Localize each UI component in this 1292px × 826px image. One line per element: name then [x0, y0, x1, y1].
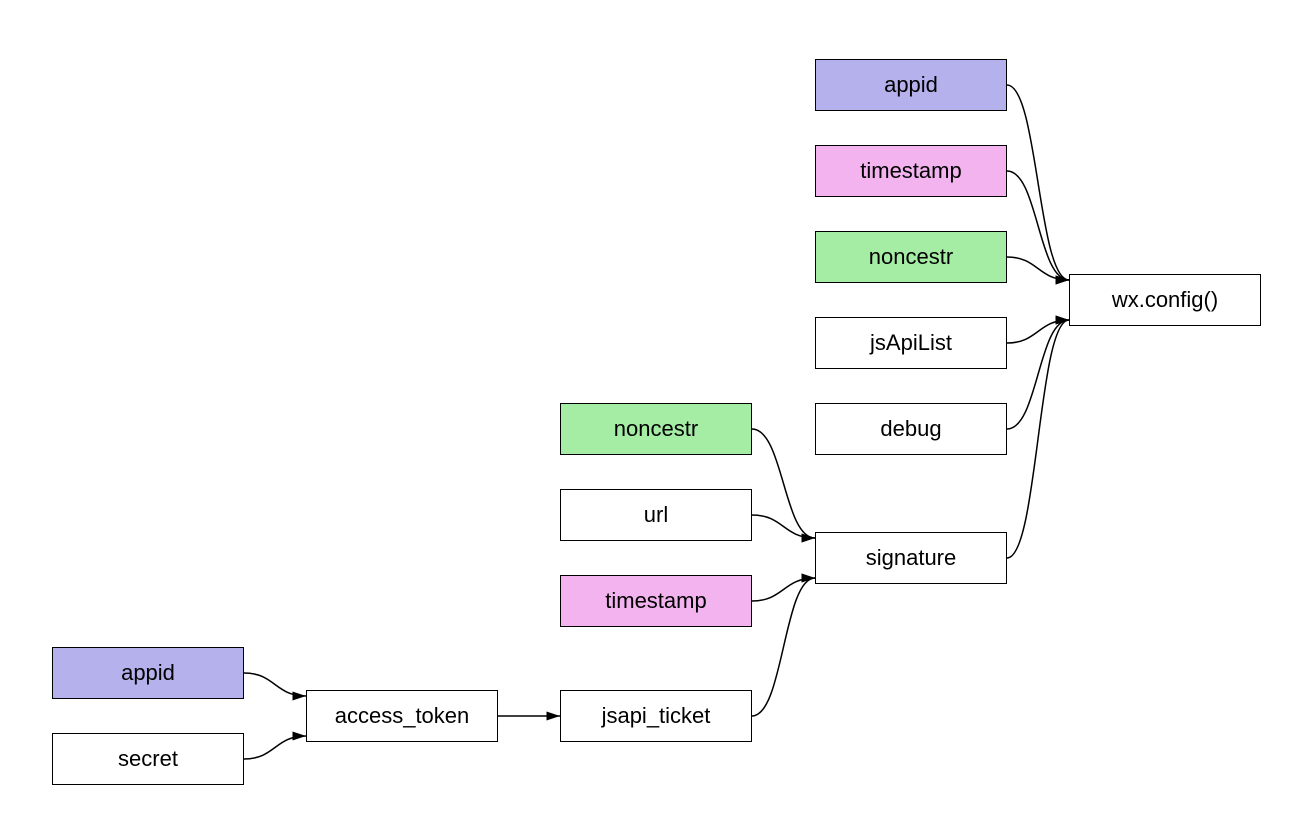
node-label: access_token — [335, 703, 470, 729]
edge-timestamp2-to-wxconfig — [1007, 171, 1069, 280]
node-noncestr1: noncestr — [560, 403, 752, 455]
edge-url-to-signature — [752, 515, 815, 538]
edge-jsapi_ticket-to-signature — [752, 578, 815, 716]
node-label: secret — [118, 746, 178, 772]
edge-appid2-to-wxconfig — [1007, 85, 1069, 280]
node-appid2: appid — [815, 59, 1007, 111]
node-label: jsApiList — [870, 330, 952, 356]
node-signature: signature — [815, 532, 1007, 584]
node-timestamp1: timestamp — [560, 575, 752, 627]
node-label: jsapi_ticket — [602, 703, 711, 729]
edge-timestamp1-to-signature — [752, 578, 815, 601]
node-label: timestamp — [860, 158, 961, 184]
node-label: noncestr — [869, 244, 953, 270]
edge-debug-to-wxconfig — [1007, 320, 1069, 429]
node-url: url — [560, 489, 752, 541]
node-label: appid — [121, 660, 175, 686]
node-label: wx.config() — [1112, 287, 1218, 313]
edge-secret-to-access_token — [244, 736, 306, 759]
node-label: timestamp — [605, 588, 706, 614]
edge-signature-to-wxconfig — [1007, 320, 1069, 558]
node-noncestr2: noncestr — [815, 231, 1007, 283]
node-label: appid — [884, 72, 938, 98]
node-jsapi_ticket: jsapi_ticket — [560, 690, 752, 742]
edge-appid1-to-access_token — [244, 673, 306, 696]
node-debug: debug — [815, 403, 1007, 455]
edge-noncestr1-to-signature — [752, 429, 815, 538]
node-label: debug — [880, 416, 941, 442]
node-access_token: access_token — [306, 690, 498, 742]
node-label: noncestr — [614, 416, 698, 442]
node-wxconfig: wx.config() — [1069, 274, 1261, 326]
node-label: signature — [866, 545, 957, 571]
edge-noncestr2-to-wxconfig — [1007, 257, 1069, 280]
node-jsapilist: jsApiList — [815, 317, 1007, 369]
node-secret: secret — [52, 733, 244, 785]
node-timestamp2: timestamp — [815, 145, 1007, 197]
node-label: url — [644, 502, 668, 528]
node-appid1: appid — [52, 647, 244, 699]
edge-jsapilist-to-wxconfig — [1007, 320, 1069, 343]
